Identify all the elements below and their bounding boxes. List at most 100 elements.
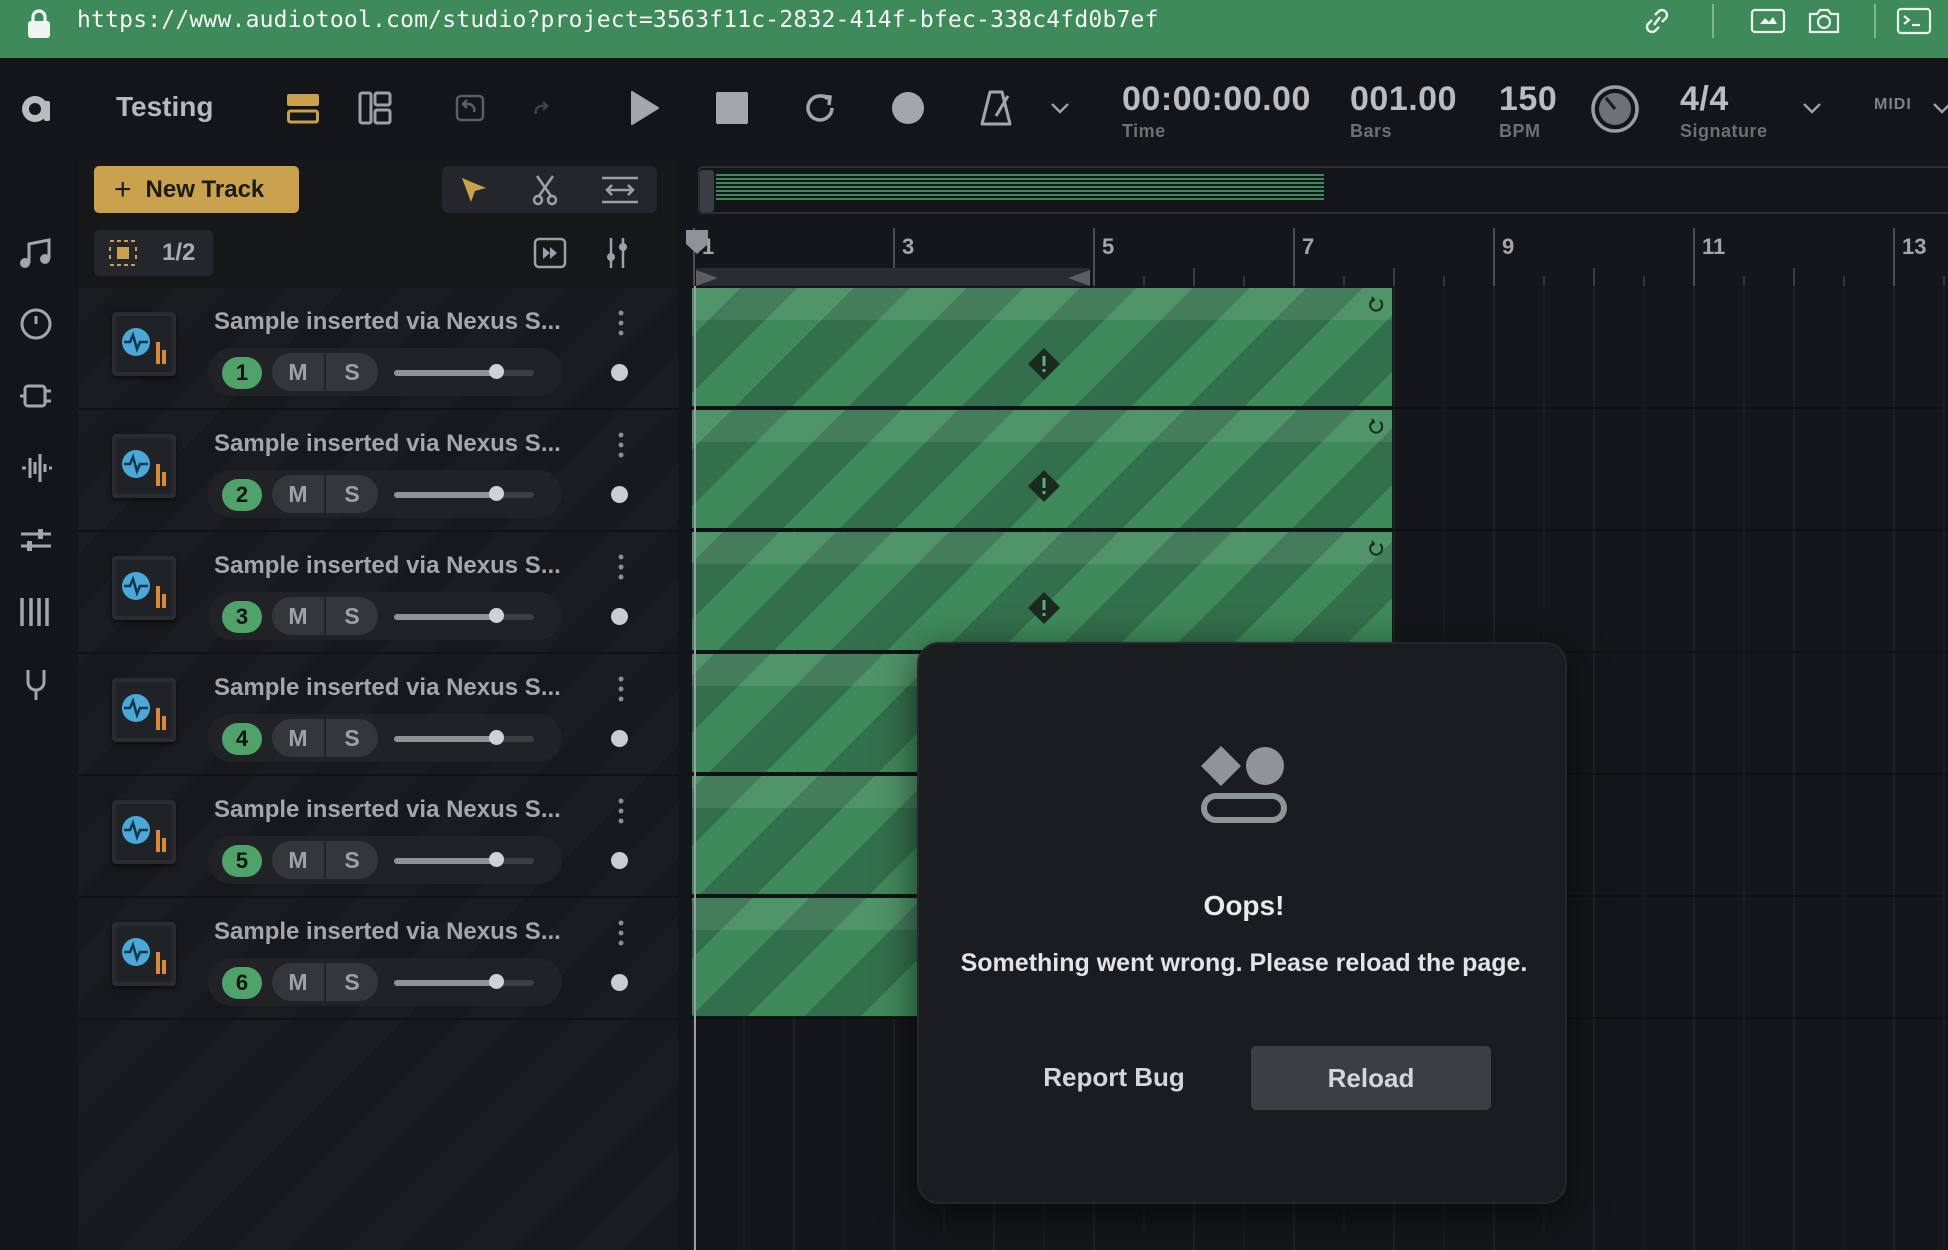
track-row[interactable]: Sample inserted via Nexus S... 4 M S (78, 654, 678, 776)
track-device-thumbnail[interactable] (112, 678, 176, 742)
record-arm-button[interactable] (611, 364, 628, 381)
project-name[interactable]: Testing (116, 91, 213, 123)
track-number-badge[interactable]: 2 (222, 479, 262, 511)
volume-slider-knob[interactable] (489, 730, 505, 745)
more-vertical-icon[interactable] (616, 430, 626, 460)
undo-icon[interactable] (454, 92, 486, 124)
track-title[interactable]: Sample inserted via Nexus S... (214, 308, 561, 336)
camera-icon[interactable] (1806, 5, 1842, 37)
loop-region[interactable] (696, 268, 1090, 288)
loop-icon[interactable] (800, 88, 840, 128)
plugin-icon[interactable] (18, 378, 54, 414)
track-title[interactable]: Sample inserted via Nexus S... (214, 430, 561, 458)
audiotool-logo-icon[interactable] (18, 91, 54, 127)
grid-quantize-selector[interactable]: 1/2 (94, 230, 213, 276)
solo-button[interactable]: S (326, 475, 378, 513)
track-device-thumbnail[interactable] (112, 556, 176, 620)
mixer-sliders-icon[interactable] (18, 522, 54, 558)
track-number-badge[interactable]: 4 (222, 723, 262, 755)
play-icon[interactable] (626, 88, 662, 128)
metronome-icon[interactable] (978, 88, 1014, 128)
record-arm-button[interactable] (611, 730, 628, 747)
mute-button[interactable]: M (272, 719, 324, 757)
solo-button[interactable]: S (326, 353, 378, 391)
waveform-icon[interactable] (18, 450, 54, 486)
track-number-badge[interactable]: 1 (222, 357, 262, 389)
track-title[interactable]: Sample inserted via Nexus S... (214, 918, 561, 946)
stretch-tool-icon[interactable] (600, 174, 640, 206)
layout-split-icon[interactable] (357, 90, 393, 126)
time-readout[interactable]: 00:00:00.00 Time (1122, 80, 1311, 142)
track-row[interactable]: Sample inserted via Nexus S... 6 M S (78, 898, 678, 1020)
bars-readout[interactable]: 001.00 Bars (1350, 80, 1457, 142)
track-title[interactable]: Sample inserted via Nexus S... (214, 552, 561, 580)
track-row[interactable]: Sample inserted via Nexus S... 2 M S (78, 410, 678, 532)
record-arm-button[interactable] (611, 486, 628, 503)
track-number-badge[interactable]: 6 (222, 967, 262, 999)
stop-icon[interactable] (714, 90, 750, 126)
record-arm-button[interactable] (611, 974, 628, 991)
follow-playhead-icon[interactable] (533, 236, 567, 270)
song-overview[interactable] (698, 166, 1948, 214)
redo-icon[interactable] (528, 94, 556, 122)
scissors-tool-icon[interactable] (530, 174, 560, 206)
record-icon[interactable] (890, 90, 926, 126)
clock-icon[interactable] (18, 306, 54, 342)
link-icon[interactable] (1640, 6, 1674, 36)
volume-slider[interactable] (394, 852, 534, 867)
layout-tracks-icon[interactable] (285, 90, 321, 126)
volume-slider[interactable] (394, 974, 534, 989)
signature-readout[interactable]: 4/4 Signature (1680, 80, 1768, 142)
chevron-down-icon[interactable] (1932, 98, 1948, 118)
track-title[interactable]: Sample inserted via Nexus S... (214, 674, 561, 702)
url-text[interactable]: https://www.audiotool.com/studio?project… (77, 7, 1159, 33)
volume-slider[interactable] (394, 608, 534, 623)
track-device-thumbnail[interactable] (112, 922, 176, 986)
track-row[interactable]: Sample inserted via Nexus S... 1 M S (78, 288, 678, 410)
more-vertical-icon[interactable] (616, 918, 626, 948)
track-device-thumbnail[interactable] (112, 434, 176, 498)
track-device-thumbnail[interactable] (112, 800, 176, 864)
more-vertical-icon[interactable] (616, 308, 626, 338)
track-number-badge[interactable]: 3 (222, 601, 262, 633)
more-vertical-icon[interactable] (616, 674, 626, 704)
chevron-down-icon[interactable] (1048, 98, 1072, 118)
volume-slider-knob[interactable] (489, 974, 505, 989)
mute-button[interactable]: M (272, 353, 324, 391)
volume-slider-knob[interactable] (489, 364, 505, 379)
midi-indicator[interactable]: MIDI (1874, 96, 1912, 114)
terminal-icon[interactable] (1896, 6, 1932, 36)
bpm-readout[interactable]: 150 BPM (1499, 80, 1557, 142)
record-arm-button[interactable] (611, 852, 628, 869)
track-row[interactable]: Sample inserted via Nexus S... 5 M S (78, 776, 678, 898)
tuning-fork-icon[interactable] (18, 666, 54, 702)
track-title[interactable]: Sample inserted via Nexus S... (214, 796, 561, 824)
track-row[interactable]: Sample inserted via Nexus S... 3 M S (78, 532, 678, 654)
more-vertical-icon[interactable] (616, 552, 626, 582)
tempo-knob-icon[interactable] (1590, 84, 1640, 134)
timeline-ruler[interactable]: 1 3 5 7 9 11 13 (686, 224, 1948, 290)
track-number-badge[interactable]: 5 (222, 845, 262, 877)
reload-button[interactable]: Reload (1251, 1046, 1491, 1110)
volume-slider[interactable] (394, 730, 534, 745)
music-note-icon[interactable] (18, 236, 54, 272)
solo-button[interactable]: S (326, 841, 378, 879)
solo-button[interactable]: S (326, 719, 378, 757)
report-bug-button[interactable]: Report Bug (1019, 1046, 1209, 1108)
pointer-tool-icon[interactable] (458, 174, 490, 206)
mute-button[interactable]: M (272, 597, 324, 635)
new-track-button[interactable]: + New Track (94, 166, 299, 213)
volume-slider-knob[interactable] (489, 486, 505, 501)
chevron-down-icon[interactable] (1800, 98, 1824, 118)
library-icon[interactable] (18, 594, 54, 630)
volume-slider-knob[interactable] (489, 608, 505, 623)
track-settings-sliders-icon[interactable] (600, 236, 634, 270)
volume-slider[interactable] (394, 364, 534, 379)
volume-slider-knob[interactable] (489, 852, 505, 867)
mute-button[interactable]: M (272, 475, 324, 513)
track-device-thumbnail[interactable] (112, 312, 176, 376)
screenshot-region-icon[interactable] (1750, 6, 1786, 36)
solo-button[interactable]: S (326, 597, 378, 635)
record-arm-button[interactable] (611, 608, 628, 625)
solo-button[interactable]: S (326, 963, 378, 1001)
